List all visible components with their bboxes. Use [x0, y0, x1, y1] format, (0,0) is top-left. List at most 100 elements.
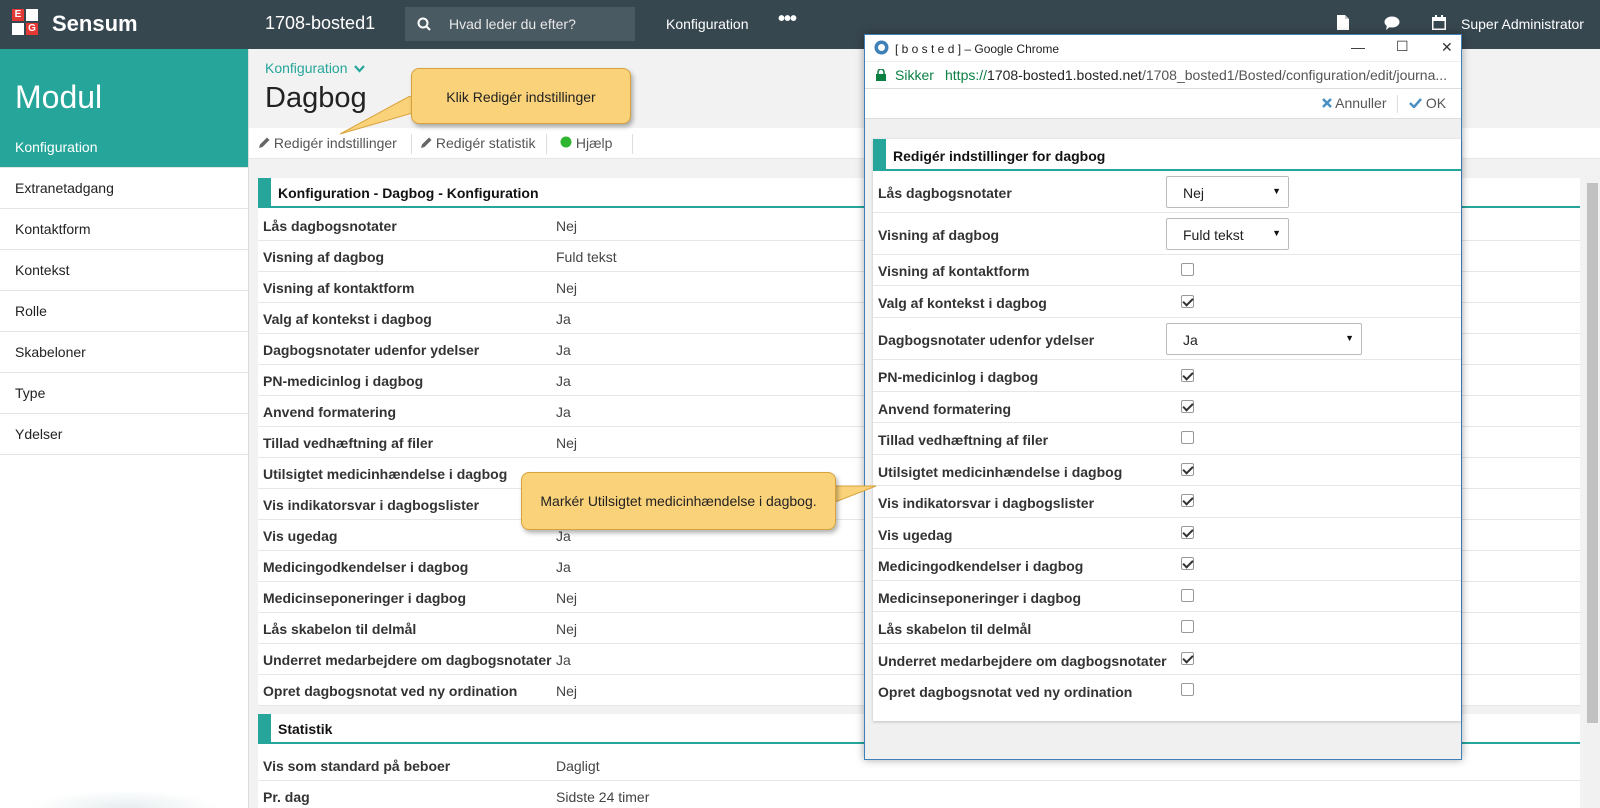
calendar-icon[interactable]: [1432, 15, 1446, 30]
config-value: Nej: [556, 280, 578, 296]
ok-label: OK: [1425, 95, 1447, 111]
lock-notes-select[interactable]: Nej ▼: [1166, 176, 1289, 208]
config-label: Utilsigtet medicinhændelse i dagbog: [263, 466, 508, 482]
callout-edit-text: Klik Redigér indstillinger: [446, 89, 596, 105]
stats-row: Pr. dag Sidste 24 timer: [258, 781, 1580, 808]
checkbox-lock-template[interactable]: [1181, 620, 1194, 633]
checkbox-medication-incident[interactable]: [1181, 463, 1194, 476]
edit-settings-button[interactable]: Redigér indstillinger: [259, 135, 397, 151]
help-button[interactable]: Hjælp: [560, 135, 612, 151]
config-value: Nej: [556, 435, 578, 451]
config-label: Underret medarbejdere om dagbogsnotater: [263, 652, 552, 668]
sidebar-item-skabeloner[interactable]: Skabeloner: [0, 332, 248, 373]
breadcrumb-label[interactable]: Konfiguration: [265, 60, 348, 76]
config-label: Opret dagbogsnotat ved ny ordination: [263, 683, 518, 699]
nav-konfiguration[interactable]: Konfiguration: [666, 16, 749, 32]
field-label: Valg af kontekst i dagbog: [878, 295, 1047, 311]
form-row: Lås skabelon til delmål: [873, 612, 1461, 644]
search-box[interactable]: [405, 7, 635, 41]
sidebar-item-konfiguration[interactable]: Konfiguration: [0, 127, 248, 168]
sidebar-item-kontaktform[interactable]: Kontaktform: [0, 209, 248, 250]
chat-icon[interactable]: [1384, 16, 1400, 30]
sidebar-item-extranetadgang[interactable]: Extranetadgang: [0, 168, 248, 209]
cancel-button[interactable]: Annuller: [1322, 95, 1387, 111]
config-label: Valg af kontekst i dagbog: [263, 311, 432, 327]
config-section-title: Konfiguration - Dagbog - Konfiguration: [278, 185, 539, 201]
form-row: Visning af dagbog Fuld tekst ▼: [873, 213, 1461, 255]
popup-url[interactable]: https://1708-bosted1.bosted.net/1708_bos…: [945, 67, 1447, 83]
config-label: Medicinseponeringer i dagbog: [263, 590, 467, 606]
checkbox-indicator-answers[interactable]: [1181, 494, 1194, 507]
field-label: Medicingodkendelser i dagbog: [878, 558, 1084, 574]
sidebar-item-rolle[interactable]: Rolle: [0, 291, 248, 332]
breadcrumb[interactable]: Konfiguration: [265, 60, 366, 76]
checkbox-new-ordination[interactable]: [1181, 683, 1194, 696]
field-label: Utilsigtet medicinhændelse i dagbog: [878, 464, 1123, 480]
popup-addressbar[interactable]: Sikker https://1708-bosted1.bosted.net/1…: [865, 61, 1461, 89]
field-label: Vis ugedag: [878, 527, 953, 543]
close-icon[interactable]: ✕: [1441, 39, 1453, 56]
ok-button[interactable]: OK: [1409, 95, 1446, 111]
document-icon[interactable]: [1337, 15, 1349, 30]
stats-value: Sidste 24 timer: [556, 789, 650, 805]
page-scrollbar[interactable]: [1585, 175, 1600, 808]
callout-mark-text: Markér Utilsigtet medicinhændelse i dagb…: [540, 493, 817, 509]
help-label: Hjælp: [575, 135, 613, 151]
callout-mark-checkbox: Markér Utilsigtet medicinhændelse i dagb…: [521, 472, 836, 530]
config-label: Visning af kontaktform: [263, 280, 415, 296]
stats-value: Dagligt: [556, 758, 600, 774]
checkbox-weekday[interactable]: [1181, 526, 1194, 539]
sidebar-item-type[interactable]: Type: [0, 373, 248, 414]
checkbox-notify-staff[interactable]: [1181, 652, 1194, 665]
checkbox-contact-form[interactable]: [1181, 263, 1194, 276]
config-value: Ja: [556, 342, 571, 358]
scrollbar-thumb[interactable]: [1587, 183, 1598, 723]
form-row: Visning af kontaktform: [873, 255, 1461, 286]
form-row: PN-medicinlog i dagbog: [873, 360, 1461, 392]
minimize-icon[interactable]: —: [1351, 39, 1365, 55]
sidebar-item-kontekst[interactable]: Kontekst: [0, 250, 248, 291]
field-label: Underret medarbejdere om dagbogsnotater: [878, 653, 1167, 669]
config-label: Dagbogsnotater udenfor ydelser: [263, 342, 480, 358]
notes-outside-services-select[interactable]: Ja ▼: [1166, 323, 1362, 355]
popup-window-title: [ b o s t e d ] – Google Chrome: [895, 42, 1060, 56]
checkbox-context[interactable]: [1181, 295, 1194, 308]
sidebar-title: Modul: [0, 49, 248, 127]
config-value: Ja: [556, 373, 571, 389]
checkbox-formatting[interactable]: [1181, 400, 1194, 413]
form-row: Medicingodkendelser i dagbog: [873, 549, 1461, 581]
field-label: Opret dagbogsnotat ved ny ordination: [878, 684, 1133, 700]
form-row: Utilsigtet medicinhændelse i dagbog: [873, 455, 1461, 486]
edit-statistics-button[interactable]: Redigér statistik: [421, 135, 535, 151]
config-label: Lås skabelon til delmål: [263, 621, 417, 637]
user-name[interactable]: Super Administrator: [1461, 16, 1584, 32]
config-value: Nej: [556, 218, 578, 234]
chevron-down-icon[interactable]: [354, 65, 366, 73]
search-input[interactable]: [449, 7, 629, 41]
status-dot-icon: [560, 136, 572, 148]
edit-settings-form: Redigér indstillinger for dagbog Lås dag…: [873, 139, 1461, 721]
config-value: Ja: [556, 652, 571, 668]
secure-label: Sikker: [895, 67, 934, 83]
config-value: Nej: [556, 590, 578, 606]
maximize-icon[interactable]: ☐: [1396, 38, 1409, 55]
edit-settings-label: Redigér indstillinger: [273, 135, 397, 151]
stats-label: Pr. dag: [263, 789, 310, 805]
diary-view-select[interactable]: Fuld tekst ▼: [1166, 218, 1289, 250]
more-icon[interactable]: •••: [778, 8, 797, 31]
checkbox-medication-approvals[interactable]: [1181, 557, 1194, 570]
edit-statistics-label: Redigér statistik: [435, 135, 536, 151]
cancel-label: Annuller: [1335, 95, 1387, 111]
site-name[interactable]: 1708-bosted1: [265, 13, 375, 34]
chrome-popup-window: [ b o s t e d ] – Google Chrome — ☐ ✕ Si…: [864, 34, 1462, 760]
config-label: Tillad vedhæftning af filer: [263, 435, 434, 451]
config-value: Fuld tekst: [556, 249, 617, 265]
field-label: PN-medicinlog i dagbog: [878, 369, 1039, 385]
checkbox-medication-discontinuations[interactable]: [1181, 589, 1194, 602]
checkbox-pn-medicinlog[interactable]: [1181, 369, 1194, 382]
config-label: Visning af dagbog: [263, 249, 385, 265]
config-value: Ja: [556, 404, 571, 420]
sidebar-item-ydelser[interactable]: Ydelser: [0, 414, 248, 455]
checkbox-attachments[interactable]: [1181, 431, 1194, 444]
pencil-icon: [421, 137, 432, 148]
